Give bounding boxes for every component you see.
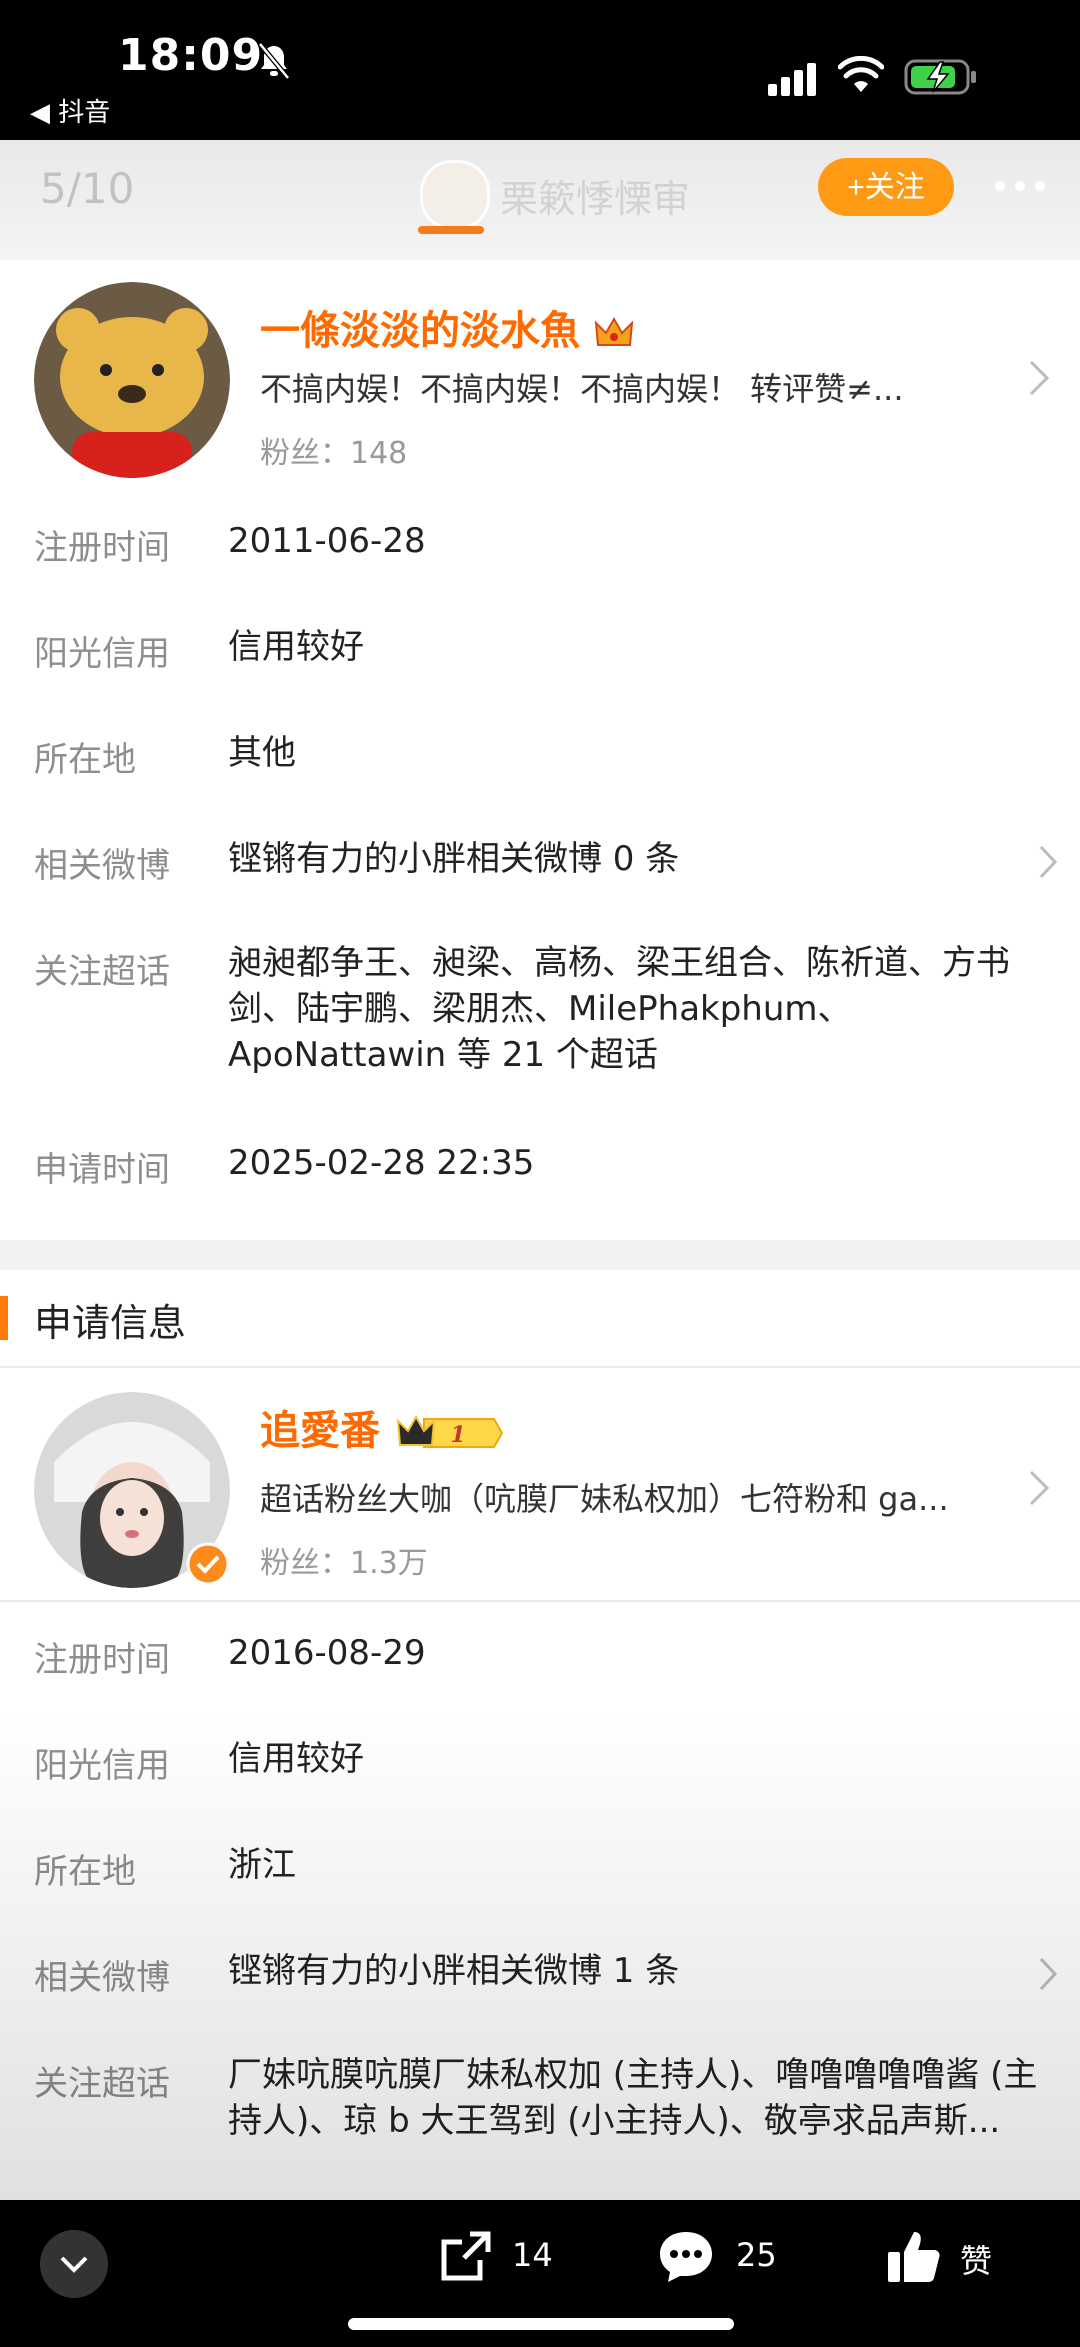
share-button[interactable]: 14: [436, 2222, 596, 2292]
bell-muted-icon: [258, 42, 290, 80]
applicant-profile-card[interactable]: 一條淡淡的淡水魚 不搞内娱！不搞内娱！不搞内娱！ 转评赞≠... 粉丝：148: [0, 260, 1080, 492]
row-value: 昶昶都争王、昶梁、高杨、梁王组合、陈祈道、方书剑、陆宇鹏、梁朋杰、MilePha…: [228, 943, 1010, 1075]
row-label: 阳光信用: [34, 1746, 170, 1786]
page-indicator: 5/10: [40, 164, 135, 213]
verified-badge-icon: [186, 1542, 230, 1586]
fans-count: 1.3万: [350, 1546, 428, 1581]
applicant-fans: 粉丝：148: [260, 428, 407, 472]
like-button[interactable]: 赞: [884, 2222, 1044, 2292]
section-header: 申请信息: [0, 1270, 1080, 1368]
status-time: 18:09: [118, 30, 264, 81]
battery-charging-icon: [904, 59, 976, 95]
info-row-followed-topics: 关注超话 昶昶都争王、昶梁、高杨、梁王组合、陈祈道、方书剑、陆宇鹏、梁朋杰、Mi…: [0, 914, 1080, 1114]
row-label: 注册时间: [34, 1640, 170, 1680]
reporter-bio: 超话粉丝大咖（吭膜厂妹私权加）七符粉和 ga...: [260, 1480, 949, 1518]
reporter-name: 追愛番 1: [260, 1398, 506, 1456]
active-tab-underline: [418, 226, 484, 234]
section-separator: [0, 1240, 1080, 1270]
info-row-register-date: 注册时间 2011-06-28: [0, 490, 1080, 598]
info-row-followed-topics: 关注超话 厂妹吭膜吭膜厂妹私权加 (主持人)、噜噜噜噜噜酱 (主持人)、琼 b …: [0, 2026, 1080, 2200]
chevron-right-icon: [1029, 1470, 1050, 1506]
like-label: 赞: [960, 2242, 993, 2280]
fans-label: 粉丝：: [260, 1546, 350, 1581]
row-label: 所在地: [34, 1852, 136, 1892]
thumbs-up-icon: [888, 2232, 940, 2282]
cellular-signal-icon: [768, 63, 816, 96]
row-label: 关注超话: [34, 952, 170, 992]
bottom-action-bar: 14 25 赞: [0, 2200, 1080, 2347]
row-value: 铿锵有力的小胖相关微博 1 条: [228, 1951, 680, 1991]
chevron-right-icon: [1039, 1957, 1058, 1991]
back-to-app-link[interactable]: ◀ 抖音: [30, 92, 110, 129]
info-row-credit: 阳光信用 信用较好: [0, 596, 1080, 704]
share-count: 14: [512, 2236, 553, 2274]
comment-button[interactable]: 25: [656, 2222, 816, 2292]
row-value: 信用较好: [228, 627, 364, 667]
chevron-right-icon: [1039, 845, 1058, 879]
crown-icon: [594, 316, 634, 346]
header-avatar: [420, 160, 490, 230]
header-title: 栗簌悸慄审: [500, 177, 691, 221]
reporter-profile-card[interactable]: 追愛番 1 超话粉丝大咖（吭膜厂妹私权加）七符粉和 ga... 粉丝：1.3万: [0, 1370, 1080, 1602]
row-value: 铿锵有力的小胖相关微博 0 条: [228, 839, 680, 879]
status-bar: 18:09 ◀ 抖音: [0, 0, 1080, 140]
row-value: 2016-08-29: [228, 1633, 426, 1673]
section-accent-bar: [0, 1296, 8, 1340]
row-label: 相关微博: [34, 1958, 170, 1998]
row-label: 所在地: [34, 740, 136, 780]
vip-crown-badge-icon: 1: [396, 1414, 504, 1448]
collapse-chevron-icon[interactable]: [40, 2230, 108, 2298]
fans-count: 148: [350, 436, 408, 471]
row-label: 注册时间: [34, 528, 170, 568]
info-row-credit: 阳光信用 信用较好: [0, 1708, 1080, 1816]
applicant-name: 一條淡淡的淡水魚: [260, 298, 634, 356]
info-row-location: 所在地 其他: [0, 702, 1080, 810]
info-row-apply-time: 申请时间 2025-02-28 22:35: [0, 1112, 1080, 1218]
row-value: 信用较好: [228, 1739, 364, 1779]
share-icon: [441, 2231, 491, 2281]
content-panel: 5/10 栗簌悸慄审 +关注 一條淡淡的淡水魚 不搞内娱！不搞内娱！不搞内娱！ …: [0, 140, 1080, 2200]
row-label: 申请时间: [34, 1150, 170, 1190]
info-row-location: 所在地 浙江: [0, 1814, 1080, 1922]
header-bar: 5/10 栗簌悸慄审 +关注: [0, 140, 1080, 260]
more-icon[interactable]: [990, 166, 1050, 206]
row-label: 相关微博: [34, 846, 170, 886]
vip-level: 1: [450, 1422, 465, 1448]
info-row-register-date: 注册时间 2016-08-29: [0, 1602, 1080, 1710]
info-row-related-posts[interactable]: 相关微博 铿锵有力的小胖相关微博 0 条: [0, 808, 1080, 916]
home-indicator[interactable]: [348, 2318, 734, 2330]
follow-button[interactable]: +关注: [818, 158, 954, 216]
row-value: 2025-02-28 22:35: [228, 1143, 535, 1183]
row-value: 浙江: [228, 1845, 296, 1885]
applicant-bio: 不搞内娱！不搞内娱！不搞内娱！ 转评赞≠...: [260, 370, 904, 408]
comment-count: 25: [736, 2236, 777, 2274]
row-value: 其他: [228, 733, 296, 773]
section-title: 申请信息: [34, 1301, 187, 1345]
row-label: 关注超话: [34, 2064, 170, 2104]
row-value: 厂妹吭膜吭膜厂妹私权加 (主持人)、噜噜噜噜噜酱 (主持人)、琼 b 大王驾到 …: [228, 2055, 1038, 2141]
chevron-right-icon: [1029, 360, 1050, 396]
reporter-fans: 粉丝：1.3万: [260, 1538, 428, 1582]
avatar: [34, 282, 230, 478]
row-label: 阳光信用: [34, 634, 170, 674]
fans-label: 粉丝：: [260, 436, 350, 471]
row-value: 2011-06-28: [228, 521, 426, 561]
comment-icon: [660, 2232, 712, 2282]
wifi-icon: [838, 56, 884, 92]
info-row-related-posts[interactable]: 相关微博 铿锵有力的小胖相关微博 1 条: [0, 1920, 1080, 2028]
